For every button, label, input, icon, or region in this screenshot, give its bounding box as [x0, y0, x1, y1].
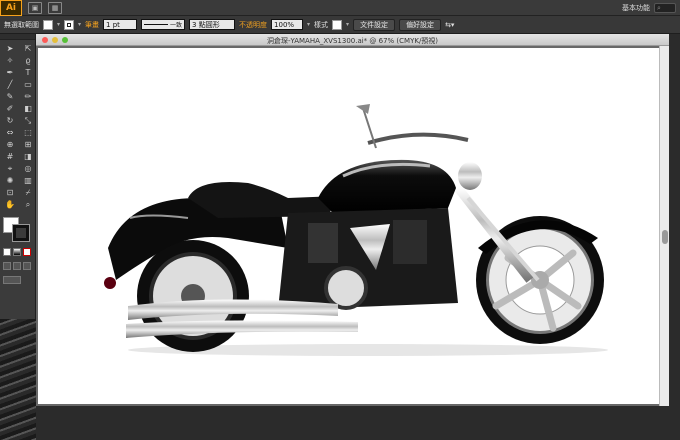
- artboard-tool-icon[interactable]: ⊡: [4, 187, 16, 198]
- document-title: 洞倉琛-YAMAHA_XVS1300.ai* @ 67% (CMYK/預視): [266, 37, 439, 45]
- screen-mode-row: [3, 276, 21, 284]
- illustrator-logo: Ai: [0, 0, 22, 16]
- desktop-background-thumbnail: [0, 319, 36, 440]
- pen-tool-icon[interactable]: ✒: [4, 67, 16, 78]
- free-transform-tool-icon[interactable]: ⬚: [22, 127, 34, 138]
- scale-tool-icon[interactable]: ⤡: [22, 115, 34, 126]
- chevron-down-icon[interactable]: ▾: [57, 21, 60, 28]
- fuel-tank: [318, 159, 456, 213]
- variable-width-profile[interactable]: 一致: [141, 19, 186, 30]
- fill-swatch[interactable]: [43, 19, 53, 30]
- draw-mode-buttons: [3, 262, 31, 270]
- rectangle-tool-icon[interactable]: ▭: [22, 79, 34, 90]
- opacity-field[interactable]: 100%: [271, 19, 304, 30]
- control-bar: 無選取範圍 ▾ ▾ 筆畫 1 pt 一致 3 點圓形 不透明度 100% ▾ 樣…: [0, 16, 680, 34]
- shape-builder-tool-icon[interactable]: ⊕: [4, 139, 16, 150]
- eraser-tool-icon[interactable]: ◧: [22, 103, 34, 114]
- tools-panel: ➤ ⇱ ✧ ϱ ✒ T ╱ ▭ ✎ ✏ ✐ ◧ ↻ ⤡ ⇔ ⬚ ⊕ ⊞ # ◨ ⌖ ◎ ✺ ▥ ⊡ ⌿ ✋ ⌕: [0, 34, 36, 440]
- blob-brush-tool-icon[interactable]: ✐: [4, 103, 16, 114]
- motorcycle-artwork: [104, 104, 608, 356]
- mirror: [356, 104, 370, 114]
- screen-mode-icon[interactable]: [3, 276, 21, 284]
- blend-tool-icon[interactable]: ◎: [22, 163, 34, 174]
- stroke-swatch[interactable]: [64, 19, 75, 30]
- headlight: [458, 162, 482, 190]
- chevron-down-icon[interactable]: ▾: [346, 21, 349, 28]
- none-mode-icon[interactable]: [23, 248, 31, 256]
- rotate-tool-icon[interactable]: ↻: [4, 115, 16, 126]
- profile-label: 一致: [170, 22, 183, 29]
- handlebar: [367, 132, 469, 145]
- width-tool-icon[interactable]: ⇔: [4, 127, 16, 138]
- symbol-sprayer-tool-icon[interactable]: ✺: [4, 175, 16, 186]
- tail-light: [104, 277, 116, 289]
- opacity-panel-link[interactable]: 不透明度: [239, 20, 267, 30]
- document-window: 洞倉琛-YAMAHA_XVS1300.ai* @ 67% (CMYK/預視): [36, 34, 669, 406]
- graphic-style-swatch[interactable]: [332, 19, 343, 30]
- magic-wand-tool-icon[interactable]: ✧: [4, 55, 16, 66]
- line-tool-icon[interactable]: ╱: [4, 79, 16, 90]
- document-titlebar: 洞倉琛-YAMAHA_XVS1300.ai* @ 67% (CMYK/預視): [36, 34, 669, 46]
- exhaust-pipe-bottom: [126, 320, 358, 338]
- column-graph-tool-icon[interactable]: ▥: [22, 175, 34, 186]
- draw-inside-icon[interactable]: [23, 262, 31, 270]
- scrollbar-thumb[interactable]: [662, 230, 668, 244]
- cylinder-fins-front: [393, 220, 427, 264]
- workspace-switcher[interactable]: 基本功能: [622, 3, 650, 13]
- engine-block: [278, 208, 458, 310]
- hand-tool-icon[interactable]: ✋: [4, 199, 16, 210]
- artboard-canvas[interactable]: [38, 48, 667, 404]
- lasso-tool-icon[interactable]: ϱ: [22, 55, 34, 66]
- color-mode-buttons: [3, 248, 31, 256]
- stroke-line-preview: [144, 24, 169, 25]
- gradient-mode-icon[interactable]: [13, 248, 21, 256]
- vertical-scrollbar[interactable]: [659, 46, 669, 406]
- type-tool-icon[interactable]: T: [22, 67, 34, 78]
- selection-status: 無選取範圍: [4, 20, 39, 29]
- document-setup-button[interactable]: 文件設定: [353, 18, 396, 31]
- arrange-icon[interactable]: ⇆▾: [445, 21, 454, 29]
- draw-normal-icon[interactable]: [3, 262, 11, 270]
- color-mode-icon[interactable]: [3, 248, 11, 256]
- bridge-icon[interactable]: ▣: [28, 1, 42, 14]
- brush-definition[interactable]: 3 點圓形: [189, 19, 236, 30]
- slice-tool-icon[interactable]: ⌿: [22, 187, 34, 198]
- search-field[interactable]: ⌕: [654, 3, 676, 13]
- cylinder-fins: [308, 223, 338, 263]
- stroke-weight-field[interactable]: 1 pt: [103, 19, 138, 30]
- perspective-grid-tool-icon[interactable]: ⊞: [22, 139, 34, 150]
- paintbrush-tool-icon[interactable]: ✎: [4, 91, 16, 102]
- tool-grid: ➤ ⇱ ✧ ϱ ✒ T ╱ ▭ ✎ ✏ ✐ ◧ ↻ ⤡ ⇔ ⬚ ⊕ ⊞ # ◨ ⌖ ◎ ✺ ▥ ⊡ ⌿ ✋ ⌕: [0, 40, 35, 213]
- chevron-down-icon[interactable]: ▾: [78, 21, 81, 28]
- arrange-documents-icon[interactable]: ▦: [48, 1, 62, 14]
- zoom-tool-icon[interactable]: ⌕: [22, 199, 34, 210]
- engine-clutch-cover: [324, 266, 368, 310]
- draw-behind-icon[interactable]: [13, 262, 21, 270]
- direct-selection-tool-icon[interactable]: ⇱: [22, 43, 34, 54]
- stroke-panel-link[interactable]: 筆畫: [85, 20, 99, 30]
- mesh-tool-icon[interactable]: #: [4, 151, 16, 162]
- chevron-down-icon[interactable]: ▾: [307, 21, 310, 28]
- preferences-button[interactable]: 偏好設定: [399, 18, 442, 31]
- fill-stroke-indicator[interactable]: [3, 217, 33, 243]
- app-menubar: Ai ▣ ▦ 基本功能 ⌕: [0, 0, 680, 16]
- stroke-box[interactable]: [12, 224, 30, 242]
- gradient-tool-icon[interactable]: ◨: [22, 151, 34, 162]
- style-label: 樣式: [314, 20, 329, 29]
- pencil-tool-icon[interactable]: ✏: [22, 91, 34, 102]
- selection-tool-icon[interactable]: ➤: [4, 43, 16, 54]
- eyedropper-tool-icon[interactable]: ⌖: [4, 163, 16, 174]
